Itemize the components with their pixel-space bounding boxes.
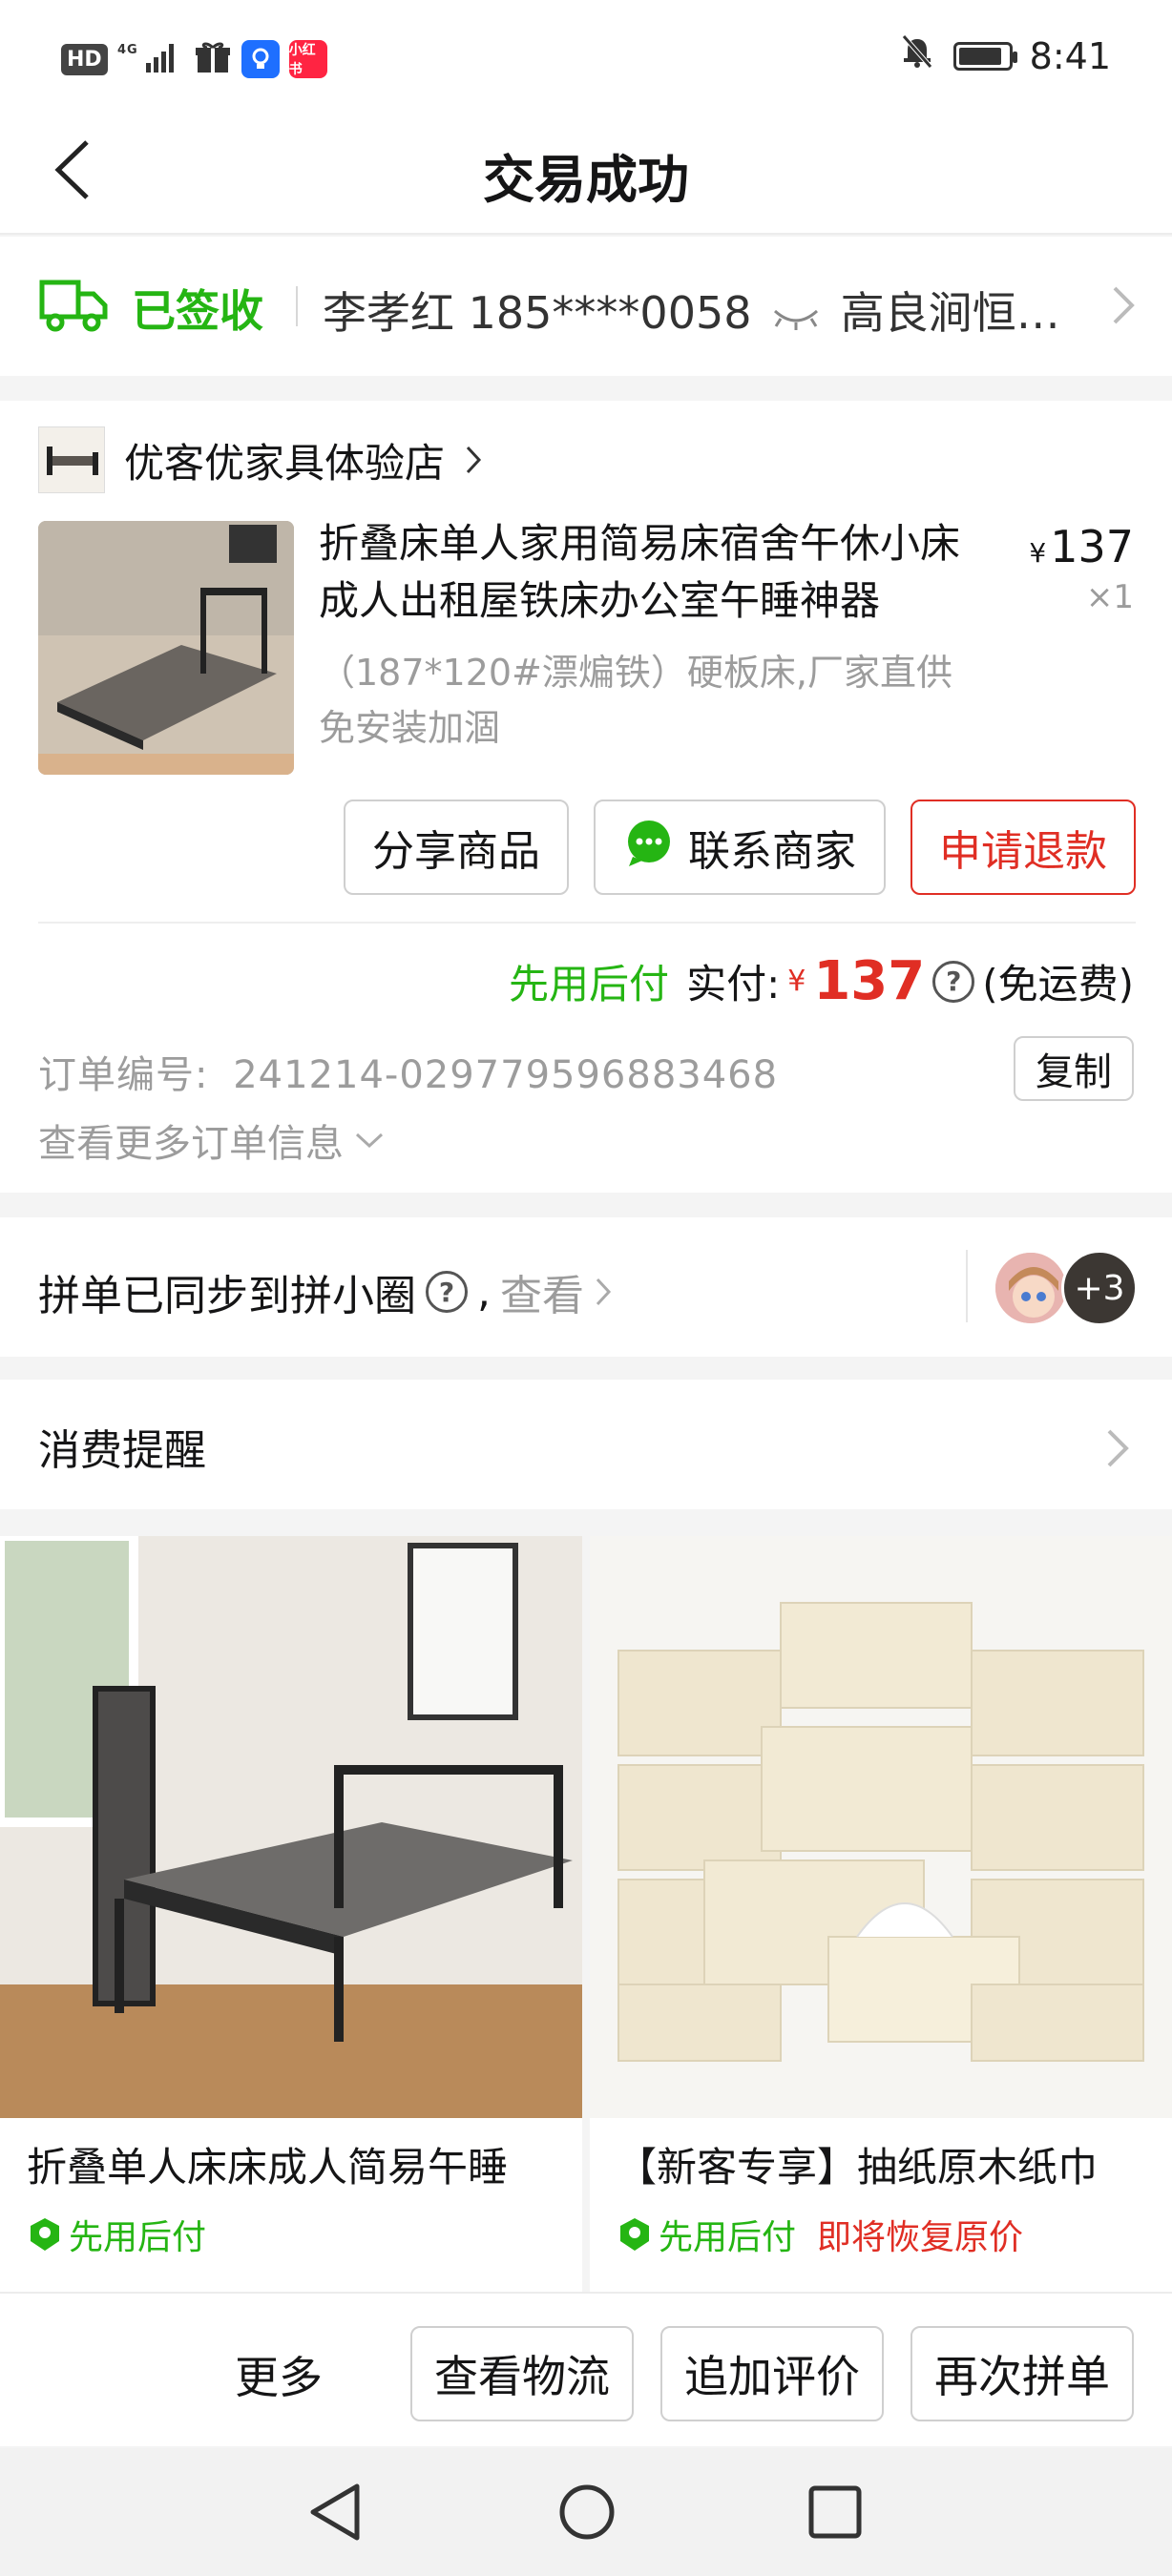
status-bar: HD 4G 小红书 8:41	[0, 0, 1172, 105]
recommendation-tags: 先用后付 即将恢复原价	[617, 2210, 1023, 2259]
pay-later-tag: 先用后付	[69, 2218, 207, 2257]
divider	[966, 1250, 968, 1322]
question-icon[interactable]: ?	[426, 1271, 468, 1313]
chat-bubble-icon	[623, 817, 675, 879]
copy-button[interactable]: 复制	[1014, 1036, 1134, 1101]
product-title[interactable]: 折叠床单人家用简易床宿舍午休小床成人出租屋铁床办公室午睡神器	[319, 515, 987, 630]
gift-icon	[194, 38, 232, 80]
page: HD 4G 小红书 8:41 交易成功 已签收 李孝红 185****0058 …	[0, 0, 1172, 2576]
hd-indicator: HD	[61, 43, 108, 75]
status-left: HD 4G 小红书	[61, 38, 327, 80]
eye-closed-icon[interactable]	[771, 291, 821, 343]
shop-logo	[38, 426, 105, 493]
request-refund-label: 申请退款	[939, 827, 1107, 876]
contact-merchant-button[interactable]: 联系商家	[594, 800, 886, 895]
shipping-note: (免运费)	[982, 961, 1134, 1008]
contact-merchant-label: 联系商家	[688, 827, 856, 876]
app-bulb-icon	[241, 40, 280, 78]
paid-currency: ¥	[787, 965, 806, 998]
question-icon[interactable]: ?	[932, 960, 975, 1003]
recommendation-title: 【新客专享】抽纸原木纸巾	[617, 2144, 1099, 2191]
request-refund-button[interactable]: 申请退款	[910, 800, 1136, 895]
battery-icon	[952, 41, 1017, 71]
recipient-info: 李孝红 185****0058 高良涧恒…	[323, 279, 1067, 343]
comma: ,	[477, 1267, 491, 1317]
more-order-info-label: 查看更多订单信息	[38, 1122, 344, 1166]
group-sync-label: 拼单已同步到拼小圈	[38, 1272, 416, 1320]
pay-later-tag: 先用后付	[659, 2218, 797, 2257]
mute-bell-icon	[898, 32, 936, 79]
more-members-avatar[interactable]: +3	[1061, 1250, 1138, 1326]
paid-amount: 137	[813, 950, 926, 1012]
recipient-address: 高良涧恒…	[840, 287, 1060, 339]
delivery-status: 已签收	[132, 285, 263, 337]
reminder-label: 消费提醒	[38, 1426, 206, 1475]
logistics-bar[interactable]: 已签收 李孝红 185****0058 高良涧恒…	[0, 237, 1172, 376]
product-price: ¥137	[1029, 521, 1134, 572]
network-type: 4G	[117, 43, 138, 57]
truck-icon	[38, 273, 109, 340]
pay-later-badge-icon	[620, 2218, 649, 2251]
add-review-button[interactable]: 追加评价	[660, 2326, 884, 2421]
nav-back-icon[interactable]	[307, 2483, 363, 2545]
app-xiaohongshu-icon: 小红书	[288, 40, 327, 78]
paid-label: 实付:	[686, 961, 781, 1008]
system-nav-bar	[0, 2448, 1172, 2576]
avatar[interactable]	[993, 1250, 1069, 1326]
price-restore-tag: 即将恢复原价	[817, 2218, 1024, 2257]
product-quantity: ×1	[1085, 578, 1134, 616]
recommendation-tags: 先用后付	[27, 2210, 206, 2259]
order-number-value: 241214-029779596883468	[233, 1053, 779, 1097]
pay-later-badge-icon	[31, 2218, 59, 2251]
recommendation-title: 折叠单人床床成人简易午睡	[27, 2144, 509, 2191]
reorder-button[interactable]: 再次拼单	[910, 2326, 1134, 2421]
page-title: 交易成功	[483, 150, 689, 210]
clock: 8:41	[1029, 34, 1111, 77]
group-sync-row[interactable]: 拼单已同步到拼小圈 ? , 查看	[38, 1261, 613, 1322]
signal-icon: 4G	[117, 40, 184, 79]
payment-summary: 先用后付 实付: ¥ 137 ? (免运费)	[509, 950, 1134, 1012]
order-number-label: 订单编号:	[38, 1053, 209, 1097]
recipient-name-phone: 李孝红 185****0058	[323, 287, 752, 339]
recommendation-image	[590, 1536, 1172, 2118]
nav-recents-icon[interactable]	[807, 2484, 863, 2544]
chevron-down-icon	[355, 1132, 384, 1149]
chevron-right-icon	[596, 1278, 612, 1306]
share-product-button[interactable]: 分享商品	[344, 800, 569, 895]
chevron-right-icon	[1105, 1427, 1130, 1473]
order-number: 订单编号: 241214-029779596883468	[38, 1044, 778, 1099]
product-image[interactable]	[38, 521, 294, 775]
price-currency: ¥	[1029, 537, 1047, 569]
view-logistics-button[interactable]: 查看物流	[410, 2326, 634, 2421]
recommendation-item[interactable]: 【新客专享】抽纸原木纸巾 先用后付 即将恢复原价	[590, 1536, 1172, 2299]
more-button[interactable]: 更多	[235, 2343, 323, 2406]
product-sku: （187*120#漂煸铁）硬板床,厂家直供免安装加涸	[319, 652, 952, 749]
nav-header: 交易成功	[0, 105, 1172, 235]
shop-name: 优客优家具体验店	[124, 439, 446, 487]
pay-later-label: 先用后付	[509, 961, 670, 1008]
shop-row[interactable]: 优客优家具体验店	[38, 426, 483, 494]
chevron-right-icon	[1111, 284, 1136, 330]
recommendation-item[interactable]: 折叠单人床床成人简易午睡 先用后付	[0, 1536, 582, 2299]
nav-home-icon[interactable]	[557, 2483, 617, 2545]
recommendation-image	[0, 1536, 582, 2118]
chevron-right-icon	[466, 446, 482, 474]
more-order-info-link[interactable]: 查看更多订单信息	[38, 1112, 386, 1168]
view-link[interactable]: 查看	[500, 1261, 584, 1322]
divider	[38, 922, 1136, 924]
share-product-label: 分享商品	[372, 827, 540, 876]
price-value: 137	[1050, 521, 1134, 572]
divider	[296, 286, 298, 326]
status-right: 8:41	[898, 32, 1111, 79]
